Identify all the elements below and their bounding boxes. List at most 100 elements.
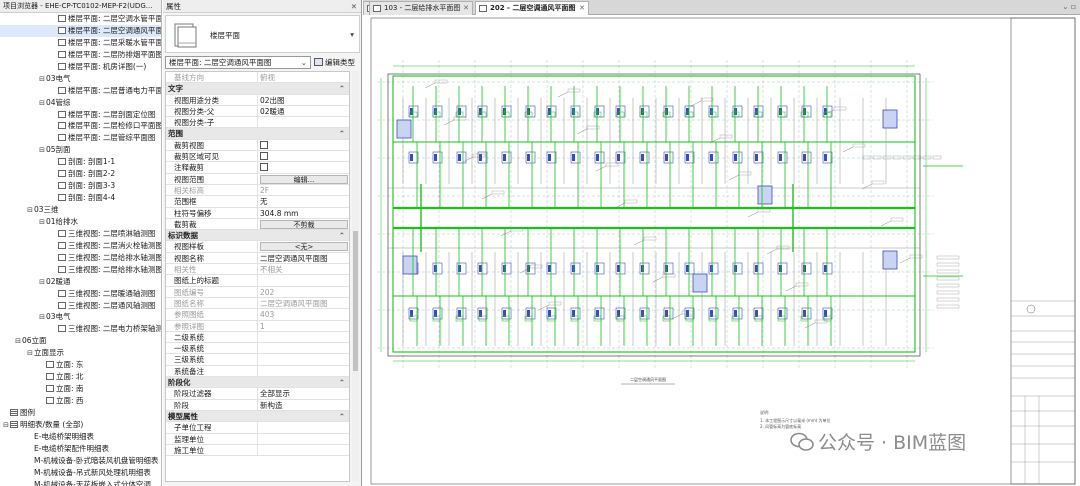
collapse-icon[interactable]: ⊟ bbox=[38, 277, 46, 288]
property-checkbox[interactable] bbox=[260, 163, 268, 172]
tree-item[interactable]: M-机械设备-卧式暗装风机盘管明细表 bbox=[0, 455, 161, 467]
property-category[interactable]: 模型属性 ⌃ bbox=[166, 410, 349, 423]
close-icon[interactable]: ✕ bbox=[579, 2, 585, 15]
drawing-canvas[interactable]: 二层空调通风平面图 说明: 1. 本工程图示尺寸以毫米 (mm) 为单位 2. … bbox=[363, 16, 1080, 486]
property-value[interactable] bbox=[257, 354, 349, 365]
close-icon[interactable]: ✕ bbox=[351, 0, 357, 13]
tree-item[interactable]: 剖面: 剖面4-4 bbox=[0, 192, 161, 204]
tree-item[interactable]: 楼层平面: 二层管综平面图 bbox=[0, 132, 161, 144]
collapse-icon[interactable]: ⊟ bbox=[14, 336, 22, 347]
properties-scrollbar[interactable] bbox=[352, 71, 359, 482]
collapse-icon[interactable]: ⌃ bbox=[339, 230, 345, 240]
tree-item[interactable]: 三维视图: 二层通风轴测图 bbox=[0, 300, 161, 312]
property-value[interactable] bbox=[257, 151, 349, 162]
tree-item[interactable]: 立面: 南 bbox=[0, 383, 161, 395]
tree-item[interactable]: 剖面: 剖面2-2 bbox=[0, 168, 161, 180]
restore-icon[interactable]: ▫ bbox=[1071, 2, 1076, 11]
tree-item[interactable]: 三维视图: 二层消火栓轴测图 bbox=[0, 240, 161, 252]
tree-item[interactable]: 立面: 北 bbox=[0, 371, 161, 383]
tree-item[interactable]: 三维视图: 二层给排水轴测图 bbox=[0, 252, 161, 264]
tree-item[interactable]: ⊟立面显示 bbox=[0, 347, 161, 359]
tab-103-plumbing-plan[interactable]: 103 - 二层给排水平面图 ✕ bbox=[369, 1, 473, 15]
collapse-icon[interactable]: ⊟ bbox=[26, 348, 34, 359]
tree-item[interactable]: 楼层平面: 二层检修口平面图 bbox=[0, 120, 161, 132]
tree-item[interactable]: 剖面: 剖面3-3 bbox=[0, 180, 161, 192]
type-selector[interactable]: 楼层平面 ▾ bbox=[165, 15, 360, 53]
collapse-icon[interactable]: ⌃ bbox=[339, 128, 345, 138]
tree-item[interactable]: 楼层平面: 二层空调水管平面图 bbox=[0, 13, 161, 25]
tree-item[interactable]: ⊟05剖面 bbox=[0, 144, 161, 156]
tree-item[interactable]: 楼层平面: 二层空调通风平面图 bbox=[0, 24, 161, 37]
property-button[interactable]: <无> bbox=[260, 242, 348, 252]
tab-overflow-icon[interactable]: ⌄ bbox=[1062, 2, 1068, 11]
tab-202-hvac-plan[interactable]: 202 - 二层空调通风平面图 ✕ bbox=[475, 1, 589, 15]
collapse-icon[interactable]: ⊟ bbox=[38, 312, 46, 323]
property-value[interactable] bbox=[257, 343, 349, 354]
property-value[interactable] bbox=[257, 117, 349, 128]
tree-item[interactable]: M-机械设备-吊式新风处理机明细表 bbox=[0, 467, 161, 479]
tree-item[interactable]: E-电缆桥架配件明细表 bbox=[0, 443, 161, 455]
tree-item[interactable]: ⊟ 明细表/数量 (全部) bbox=[0, 419, 161, 431]
tree-item[interactable]: 三维视图: 二层电力桥架轴测图 bbox=[0, 323, 161, 335]
collapse-icon[interactable]: ⌃ bbox=[339, 411, 345, 421]
property-value[interactable]: 全部显示 bbox=[257, 388, 349, 399]
property-category[interactable]: 文字 ⌃ bbox=[166, 83, 349, 95]
collapse-icon[interactable]: ⌃ bbox=[339, 83, 345, 93]
tree-item[interactable]: 三维视图: 二层给排水轴测图 副本 bbox=[0, 264, 161, 276]
tree-item[interactable]: 剖面: 剖面1-1 bbox=[0, 156, 161, 168]
property-category[interactable]: 阶段化 ⌃ bbox=[166, 377, 349, 389]
property-value[interactable] bbox=[257, 433, 349, 444]
property-button[interactable]: 编辑... bbox=[260, 174, 348, 184]
property-checkbox[interactable] bbox=[260, 152, 268, 161]
collapse-icon[interactable]: ⊟ bbox=[38, 217, 46, 228]
scrollbar-thumb[interactable] bbox=[353, 231, 358, 371]
property-checkbox[interactable] bbox=[260, 140, 268, 149]
property-category[interactable]: 标识数据 ⌃ bbox=[166, 230, 349, 242]
tree-item[interactable]: M-机械设备-天花板嵌入式分体空调 bbox=[0, 479, 161, 486]
tree-item[interactable]: ⊟03电气 bbox=[0, 311, 161, 323]
tree-item[interactable]: 楼层平面: 二层防排烟平面图 bbox=[0, 49, 161, 61]
property-value[interactable] bbox=[257, 275, 349, 286]
property-category[interactable]: 范围 ⌃ bbox=[166, 128, 349, 140]
property-value[interactable]: <无> bbox=[257, 241, 349, 252]
tree-item[interactable]: 图例 bbox=[0, 407, 161, 419]
instance-filter-dropdown[interactable]: 楼层平面: 二层空调通风平面图 ⌄ bbox=[165, 56, 311, 69]
property-button[interactable]: 不剪裁 bbox=[260, 219, 348, 229]
collapse-icon[interactable]: ⌃ bbox=[339, 377, 345, 387]
collapse-icon[interactable]: ⊟ bbox=[26, 205, 34, 216]
property-value[interactable]: 304.8 mm bbox=[257, 207, 349, 218]
tree-item[interactable]: ⊟04管综 bbox=[0, 97, 161, 109]
collapse-icon[interactable]: ⊟ bbox=[2, 420, 10, 431]
tree-item[interactable]: 立面: 东 bbox=[0, 359, 161, 371]
tree-item[interactable]: ⊟03电气 bbox=[0, 73, 161, 85]
property-value[interactable] bbox=[257, 139, 349, 151]
tree-item[interactable]: 立面: 西 bbox=[0, 395, 161, 407]
property-value[interactable]: 新构造 bbox=[257, 399, 349, 410]
property-value[interactable] bbox=[257, 444, 349, 456]
close-icon[interactable]: ✕ bbox=[463, 2, 469, 15]
property-value[interactable] bbox=[257, 365, 349, 376]
property-value[interactable]: 02暖通 bbox=[257, 105, 349, 117]
property-value[interactable] bbox=[257, 162, 349, 173]
property-value[interactable] bbox=[257, 331, 349, 343]
property-value[interactable]: 二层空调通风平面图 bbox=[257, 252, 349, 264]
collapse-icon[interactable]: ⊟ bbox=[38, 74, 46, 85]
property-value[interactable]: 02出图 bbox=[257, 94, 349, 105]
tree-item[interactable]: ⊟06立面 bbox=[0, 335, 161, 347]
tree-item[interactable]: ⊟01给排水 bbox=[0, 216, 161, 228]
tree-item[interactable]: ⊟03三维 bbox=[0, 204, 161, 216]
tree-item[interactable]: ⊟02暖通 bbox=[0, 276, 161, 288]
edit-type-button[interactable]: 编辑类型 bbox=[314, 56, 360, 69]
collapse-icon[interactable]: ⊟ bbox=[38, 98, 46, 109]
property-value[interactable]: 编辑... bbox=[257, 173, 349, 184]
collapse-icon[interactable]: ⊟ bbox=[38, 145, 46, 156]
tree-item[interactable]: 楼层平面: 二层剖面定位图 bbox=[0, 109, 161, 121]
property-value[interactable] bbox=[257, 422, 349, 433]
tree-item[interactable]: E-电缆桥架明细表 bbox=[0, 431, 161, 443]
tree-item[interactable]: 楼层平面: 二层采暖水管平面图 bbox=[0, 37, 161, 49]
tree-item[interactable]: 楼层平面: 机房详图(一) bbox=[0, 61, 161, 73]
tree-item[interactable]: 三维视图: 二层暖通轴测图 bbox=[0, 288, 161, 300]
property-value[interactable]: 无 bbox=[257, 196, 349, 207]
property-value[interactable]: 不剪裁 bbox=[257, 218, 349, 230]
tree-item[interactable]: 楼层平面: 二层普通电力平面图 bbox=[0, 85, 161, 97]
